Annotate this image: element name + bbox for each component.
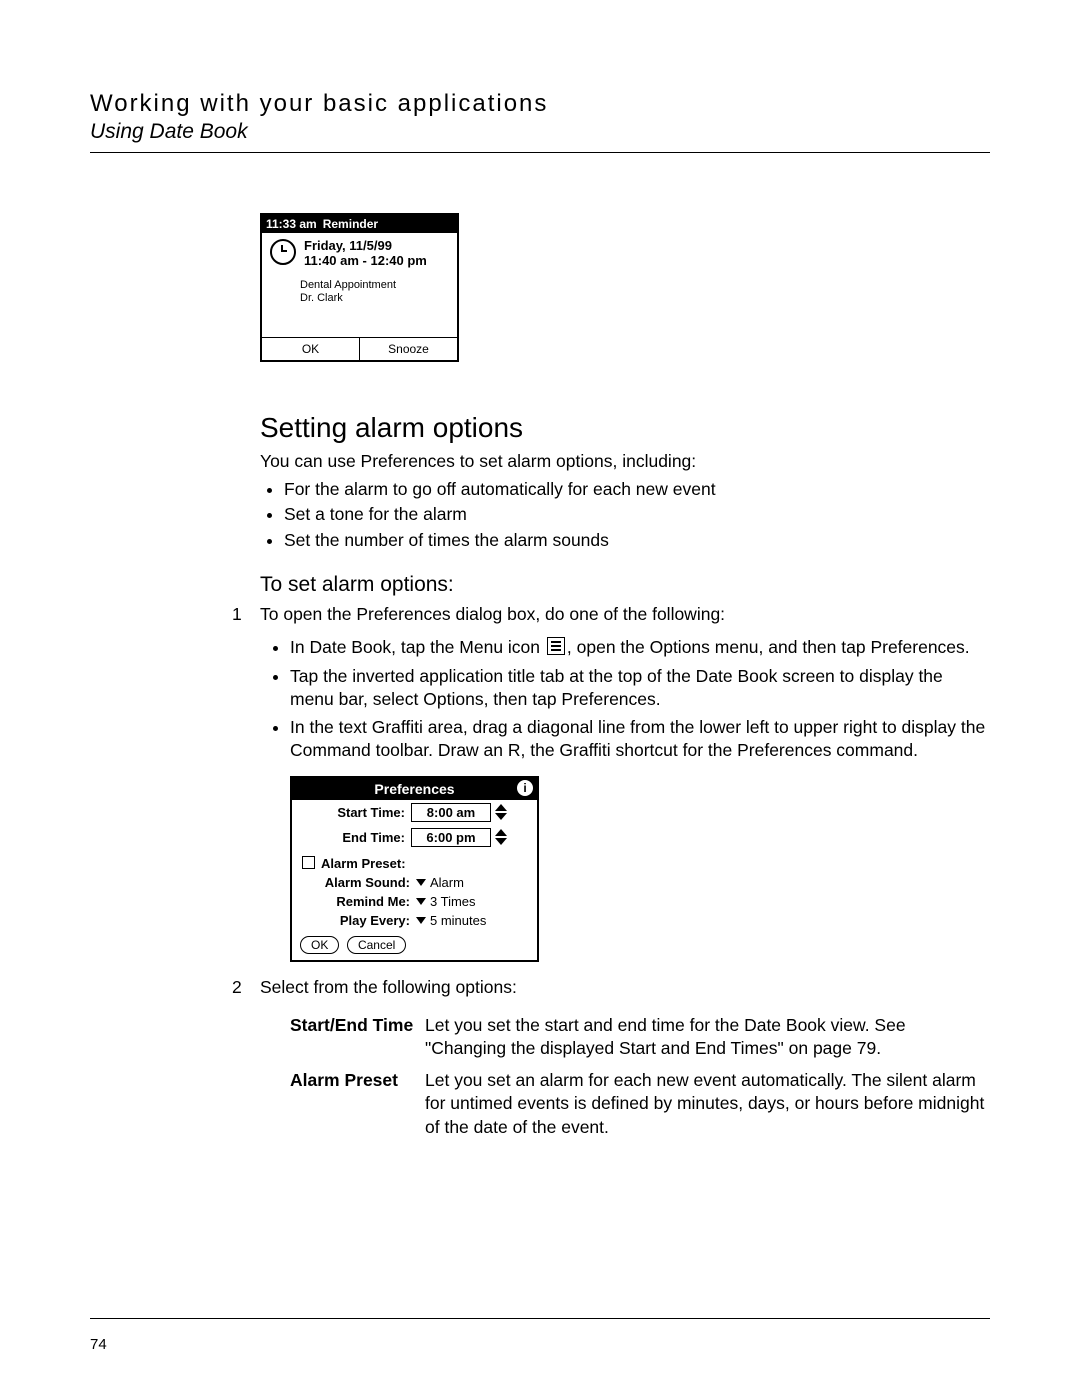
chevron-down-icon[interactable] [416, 879, 426, 886]
section-bullets: For the alarm to go off automatically fo… [284, 478, 990, 553]
reminder-ok-button[interactable]: OK [262, 338, 359, 360]
chapter-title: Working with your basic applications [90, 90, 990, 118]
sub-bullet-item: In Date Book, tap the Menu icon , open t… [290, 636, 990, 659]
definition-row: Start/End Time Let you set the start and… [290, 1014, 990, 1061]
definition-term: Alarm Preset [290, 1069, 425, 1140]
footer-rule [90, 1318, 990, 1319]
play-every-label: Play Every: [300, 913, 416, 928]
start-time-label: Start Time: [300, 805, 411, 820]
reminder-time-range: 11:40 am - 12:40 pm [304, 254, 427, 269]
step-number: 2 [232, 976, 260, 1000]
reminder-snooze-button[interactable]: Snooze [359, 338, 457, 360]
bullet-item: Set a tone for the alarm [284, 503, 990, 527]
definitions: Start/End Time Let you set the start and… [290, 1014, 990, 1140]
info-icon[interactable]: i [517, 780, 533, 796]
reminder-dialog: 11:33 am Reminder Friday, 11/5/99 11:40 … [260, 213, 459, 362]
sub-bullet-item: Tap the inverted application title tab a… [290, 665, 990, 711]
reminder-title: Reminder [323, 217, 378, 231]
sub-bullet-item: In the text Graffiti area, drag a diagon… [290, 716, 990, 762]
play-every-value[interactable]: 5 minutes [430, 913, 486, 928]
sub-bullets: In Date Book, tap the Menu icon , open t… [290, 636, 990, 762]
step-text: To open the Preferences dialog box, do o… [260, 603, 990, 627]
start-time-field[interactable]: 8:00 am [411, 803, 491, 822]
section-heading: Setting alarm options [260, 412, 990, 444]
step-text: Select from the following options: [260, 976, 990, 1000]
chevron-down-icon[interactable] [416, 898, 426, 905]
reminder-clock-time: 11:33 am [266, 217, 317, 231]
step-number: 1 [232, 603, 260, 627]
reminder-titlebar: 11:33 am Reminder [262, 215, 457, 233]
end-time-field[interactable]: 6:00 pm [411, 828, 491, 847]
definition-body: Let you set an alarm for each new event … [425, 1069, 990, 1140]
end-time-stepper[interactable] [495, 829, 507, 845]
bullet-item: For the alarm to go off automatically fo… [284, 478, 990, 502]
alarm-clock-icon [270, 239, 296, 265]
alarm-sound-label: Alarm Sound: [300, 875, 416, 890]
prefs-cancel-button[interactable]: Cancel [347, 936, 406, 954]
remind-me-label: Remind Me: [300, 894, 416, 909]
definition-row: Alarm Preset Let you set an alarm for ea… [290, 1069, 990, 1140]
reminder-appt-line2: Dr. Clark [300, 292, 449, 305]
remind-me-value[interactable]: 3 Times [430, 894, 476, 909]
step-2: 2 Select from the following options: [260, 976, 990, 1000]
chapter-subtitle: Using Date Book [90, 120, 990, 144]
alarm-preset-checkbox[interactable] [302, 856, 315, 869]
preferences-title: Preferences [374, 781, 454, 797]
section-intro: You can use Preferences to set alarm opt… [260, 450, 990, 474]
page-header: Working with your basic applications Usi… [90, 90, 990, 153]
alarm-sound-value[interactable]: Alarm [430, 875, 464, 890]
start-time-stepper[interactable] [495, 804, 507, 820]
step-1: 1 To open the Preferences dialog box, do… [260, 603, 990, 627]
reminder-date: Friday, 11/5/99 [304, 239, 427, 254]
definition-term: Start/End Time [290, 1014, 425, 1061]
alarm-preset-label: Alarm Preset: [321, 856, 406, 871]
definition-body: Let you set the start and end time for t… [425, 1014, 990, 1061]
reminder-appt-line1: Dental Appointment [300, 279, 449, 292]
prefs-ok-button[interactable]: OK [300, 936, 339, 954]
bullet-item: Set the number of times the alarm sounds [284, 529, 990, 553]
chevron-down-icon[interactable] [416, 917, 426, 924]
menu-icon [547, 637, 565, 655]
preferences-titlebar: Preferences i [292, 778, 537, 800]
header-rule [90, 152, 990, 153]
end-time-label: End Time: [300, 830, 411, 845]
page-number: 74 [90, 1336, 107, 1353]
preferences-dialog: Preferences i Start Time: 8:00 am End Ti… [290, 776, 539, 962]
procedure-heading: To set alarm options: [260, 573, 990, 597]
